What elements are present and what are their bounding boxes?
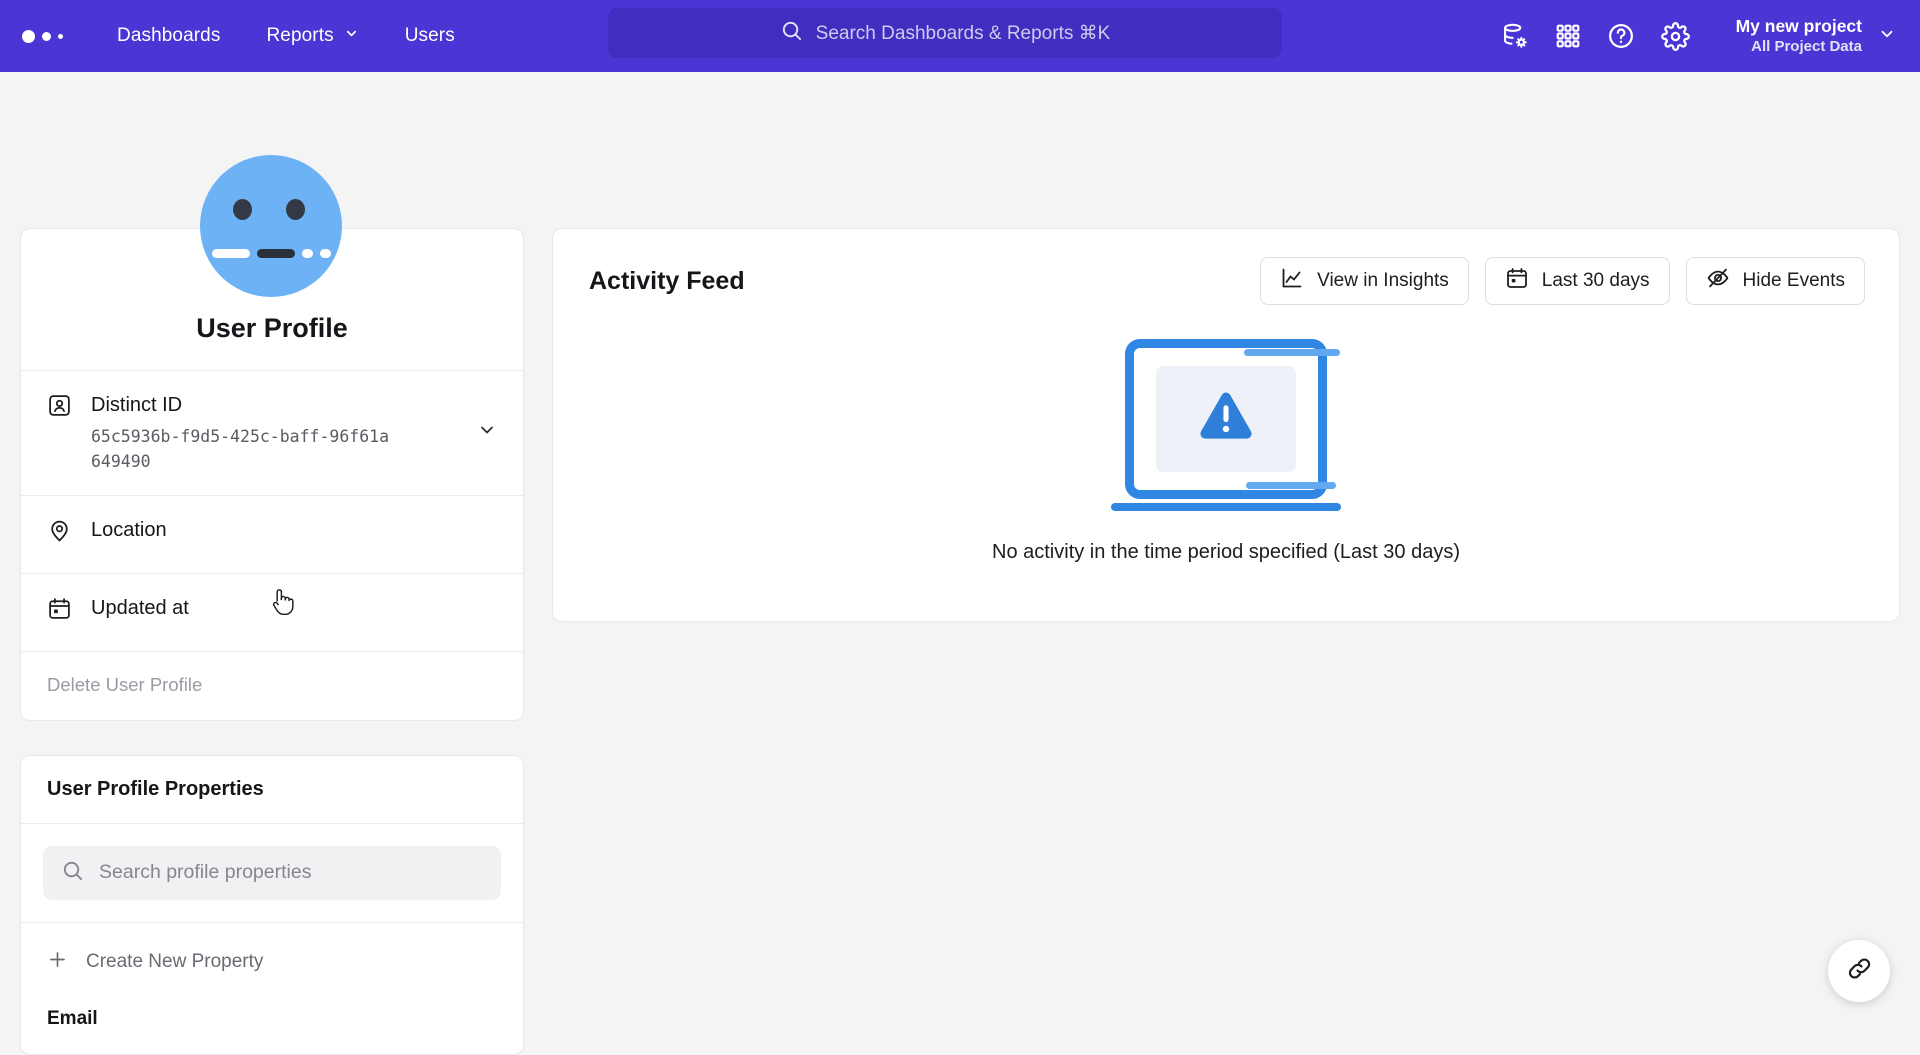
chevron-down-icon xyxy=(1878,25,1896,48)
profile-row-value: 65c5936b-f9d5-425c-baff-96f61a649490 xyxy=(91,425,391,475)
page-title: User Profile xyxy=(21,313,523,344)
nav-label: Users xyxy=(405,25,455,47)
nav-item-dashboards[interactable]: Dashboards xyxy=(103,17,234,55)
nav-item-users[interactable]: Users xyxy=(391,17,469,55)
project-subtitle: All Project Data xyxy=(1751,38,1862,57)
profile-row-label: Updated at xyxy=(91,595,497,622)
property-item-email[interactable]: Email xyxy=(21,998,523,1054)
project-selector[interactable]: My new project All Project Data xyxy=(1728,10,1904,63)
primary-nav: Dashboards Reports Users xyxy=(103,17,469,55)
avatar-eye-left xyxy=(233,199,252,220)
activity-feed-empty-state: No activity in the time period specified… xyxy=(553,339,1899,564)
activity-feed-title: Activity Feed xyxy=(589,267,745,296)
plus-icon xyxy=(47,949,68,976)
search-profile-properties-input[interactable]: Search profile properties xyxy=(43,846,501,900)
properties-card-title: User Profile Properties xyxy=(21,756,523,824)
search-icon xyxy=(61,859,84,887)
profile-row-distinct-id[interactable]: Distinct ID 65c5936b-f9d5-425c-baff-96f6… xyxy=(21,371,523,496)
copy-link-button[interactable] xyxy=(1828,940,1890,1002)
create-new-property-button[interactable]: Create New Property xyxy=(21,923,523,998)
apps-grid-icon[interactable] xyxy=(1555,23,1581,49)
activity-feed-actions: View in Insights Last 30 days xyxy=(1260,257,1865,305)
search-placeholder: Search Dashboards & Reports ⌘K xyxy=(816,22,1111,45)
empty-state-message: No activity in the time period specified… xyxy=(992,541,1460,564)
properties-search-placeholder: Search profile properties xyxy=(99,861,311,884)
chevron-down-icon[interactable] xyxy=(477,420,497,445)
nav-item-reports[interactable]: Reports xyxy=(252,17,372,55)
id-card-icon xyxy=(47,391,73,423)
properties-search-container: Search profile properties xyxy=(21,824,523,923)
laptop-warning-illustration xyxy=(1111,339,1341,511)
profile-row-label: Distinct ID xyxy=(91,392,459,419)
activity-feed-card: Activity Feed View in Insights xyxy=(552,228,1900,622)
button-label: Hide Events xyxy=(1743,270,1845,292)
create-new-property-label: Create New Property xyxy=(86,951,263,973)
left-sidebar-column: User Profile Distinct ID 65c5936b-f9d5-4… xyxy=(20,228,524,1055)
mixpanel-dots-logo[interactable] xyxy=(22,30,63,43)
chevron-down-icon xyxy=(344,25,359,47)
gear-icon[interactable] xyxy=(1661,22,1690,51)
button-label: Last 30 days xyxy=(1542,270,1650,292)
location-pin-icon xyxy=(47,516,73,548)
line-chart-icon xyxy=(1280,266,1304,296)
date-range-button[interactable]: Last 30 days xyxy=(1485,257,1670,305)
eye-off-icon xyxy=(1706,266,1730,296)
top-bar-right-actions: My new project All Project Data xyxy=(1501,0,1904,72)
nav-label: Reports xyxy=(266,25,333,47)
profile-row-updated-at[interactable]: Updated at xyxy=(21,574,523,652)
search-icon xyxy=(780,19,803,47)
activity-feed-header: Activity Feed View in Insights xyxy=(553,229,1899,305)
link-icon xyxy=(1846,955,1873,987)
calendar-icon xyxy=(1505,266,1529,296)
profile-row-label: Location xyxy=(91,517,497,544)
hide-events-button[interactable]: Hide Events xyxy=(1686,257,1865,305)
project-name: My new project xyxy=(1736,16,1862,38)
global-search-input[interactable]: Search Dashboards & Reports ⌘K xyxy=(608,8,1282,58)
user-avatar-face xyxy=(200,155,342,297)
user-profile-card: User Profile Distinct ID 65c5936b-f9d5-4… xyxy=(20,228,524,721)
button-label: View in Insights xyxy=(1317,270,1449,292)
calendar-icon xyxy=(47,594,73,626)
profile-row-location[interactable]: Location xyxy=(21,496,523,574)
avatar-mouth xyxy=(212,249,349,258)
help-circle-icon[interactable] xyxy=(1607,22,1635,50)
top-navigation-bar: Dashboards Reports Users Search Dashboar… xyxy=(0,0,1920,72)
delete-user-profile-button[interactable]: Delete User Profile xyxy=(21,652,523,720)
avatar-eye-right xyxy=(286,199,305,220)
data-management-icon[interactable] xyxy=(1501,22,1529,50)
user-profile-properties-card: User Profile Properties Search profile p… xyxy=(20,755,524,1055)
warning-triangle-icon xyxy=(1195,389,1257,450)
nav-label: Dashboards xyxy=(117,25,220,47)
view-in-insights-button[interactable]: View in Insights xyxy=(1260,257,1469,305)
